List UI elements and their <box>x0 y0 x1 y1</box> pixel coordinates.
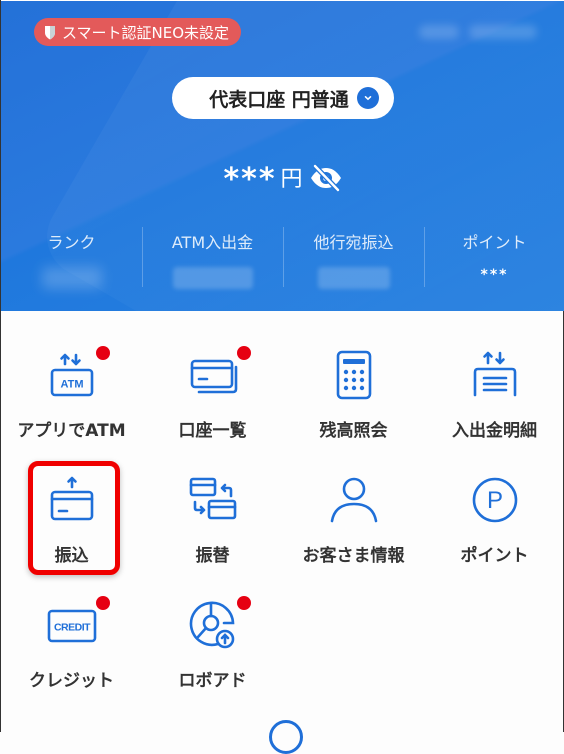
account-selector[interactable]: 代表口座 円普通 <box>172 77 394 119</box>
menu-item-app-atm[interactable]: ATM アプリでATM <box>1 330 142 455</box>
menu-item-customer-info[interactable]: お客さま情報 <box>283 455 424 580</box>
transfer-icon <box>50 476 93 521</box>
stat-other-bank-transfer[interactable]: 他行宛振込 <box>283 223 424 293</box>
stat-value-hidden <box>317 267 390 289</box>
menu-item-label: 振替 <box>195 546 230 566</box>
menu-item-label: お客さま情報 <box>302 546 405 566</box>
svg-text:CREDIT: CREDIT <box>53 622 90 634</box>
blurred-user-name-part <box>419 25 459 39</box>
balance-masked-value: *** <box>223 162 277 197</box>
account-list-icon <box>190 359 237 394</box>
stat-points[interactable]: ポイント *** <box>424 223 564 293</box>
menu-item-points[interactable]: P ポイント <box>424 455 564 580</box>
statement-icon <box>473 351 516 397</box>
atm-icon: ATM <box>50 353 93 397</box>
credit-card-icon: CREDIT <box>47 609 96 643</box>
svg-text:ATM: ATM <box>60 379 83 391</box>
menu-item-transfer[interactable]: 振込 <box>1 455 142 580</box>
menu-item-label: ロボアド <box>178 671 247 691</box>
smart-auth-neo-badge[interactable]: スマート認証NEO未設定 <box>34 18 242 46</box>
robo-advisor-icon <box>189 601 234 649</box>
menu-item-label: クレジット <box>29 671 114 691</box>
shield-icon <box>45 25 55 39</box>
stat-label: ランク <box>47 233 96 252</box>
stat-label: ポイント <box>462 233 527 252</box>
notification-dot <box>236 596 251 610</box>
stat-value: *** <box>480 267 509 283</box>
stat-value-hidden <box>172 267 253 289</box>
neo-badge-label: スマート認証NEO未設定 <box>62 23 230 42</box>
balance-unit: 円 <box>280 167 303 192</box>
stat-value-hidden <box>41 267 102 289</box>
person-icon <box>330 477 377 523</box>
menu-item-statement[interactable]: 入出金明細 <box>424 330 564 455</box>
menu-grid: ATM アプリでATM 口座一覧 残高照会 入出金明細 振込 振替 お客さま情報… <box>1 330 564 705</box>
menu-item-account-transfer[interactable]: 振替 <box>142 455 283 580</box>
menu-item-label: ポイント <box>460 546 529 566</box>
notification-dot <box>95 346 110 360</box>
menu-item-account-list[interactable]: 口座一覧 <box>142 330 283 455</box>
svg-text:P: P <box>486 487 502 514</box>
swap-accounts-icon <box>189 477 236 520</box>
menu-item-label: アプリでATM <box>17 421 126 441</box>
menu-item-balance-inquiry[interactable]: 残高照会 <box>283 330 424 455</box>
points-icon: P <box>472 477 517 523</box>
account-header: スマート認証NEO未設定 代表口座 円普通 *** 円 ランク ATM入出金 他… <box>1 0 564 311</box>
blurred-user-name <box>469 25 537 39</box>
menu-item-label: 口座一覧 <box>178 421 247 441</box>
stat-label: 他行宛振込 <box>313 233 394 252</box>
calculator-icon <box>336 350 371 400</box>
menu-item-label: 振込 <box>54 546 89 566</box>
menu-item-label: 残高照会 <box>319 421 388 441</box>
balance-display: *** 円 <box>1 151 564 195</box>
notification-dot <box>95 596 110 610</box>
notification-dot <box>236 346 251 360</box>
stat-label: ATM入出金 <box>171 233 254 252</box>
chevron-down-icon <box>356 87 379 109</box>
account-selector-label: 代表口座 円普通 <box>209 88 349 111</box>
account-stats: ランク ATM入出金 他行宛振込 ポイント *** <box>1 223 564 293</box>
stat-atm[interactable]: ATM入出金 <box>142 223 283 293</box>
menu-item-label: 入出金明細 <box>452 421 537 441</box>
menu-item-credit[interactable]: CREDIT クレジット <box>1 580 142 705</box>
eye-off-icon[interactable] <box>309 163 343 193</box>
partial-next-row-icon <box>269 720 303 754</box>
stat-rank[interactable]: ランク <box>1 223 142 293</box>
menu-item-robo-advisor[interactable]: ロボアド <box>142 580 283 705</box>
